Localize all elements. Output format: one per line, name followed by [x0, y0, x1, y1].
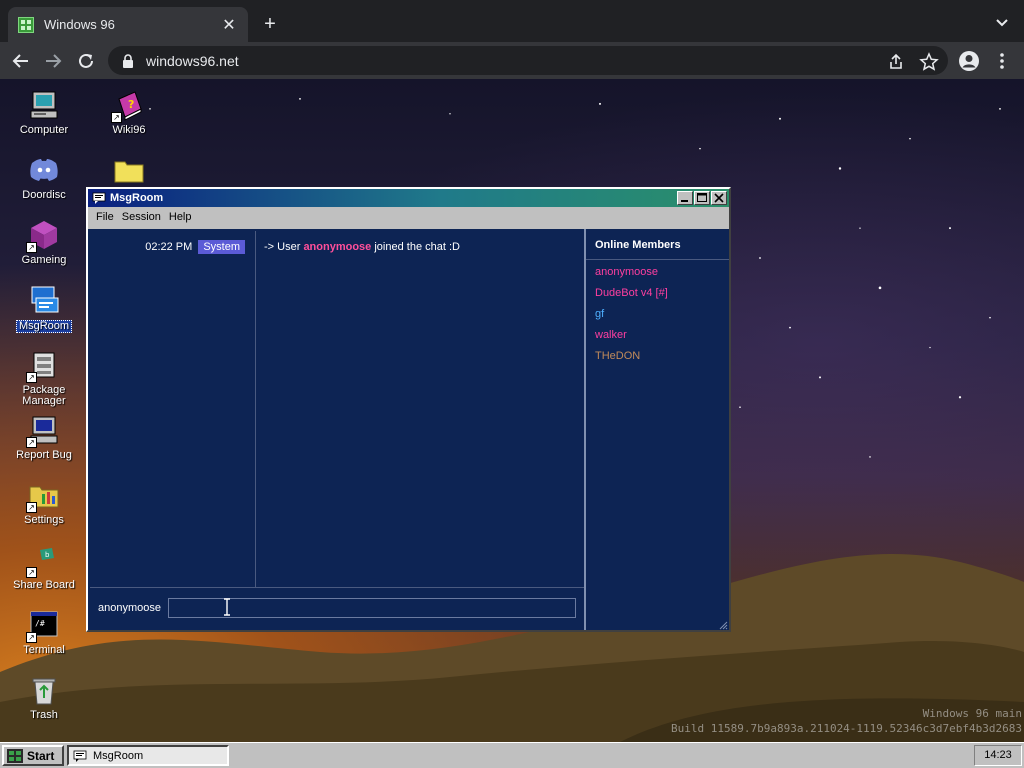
member-item[interactable]: gf	[586, 304, 729, 325]
back-arrow-icon[interactable]	[10, 50, 32, 72]
message-time: 02:22 PM	[145, 241, 193, 253]
resize-grip-icon[interactable]	[718, 619, 728, 630]
desktop-icon-msgroom[interactable]: MsgRoom	[8, 284, 80, 333]
tab-title: Windows 96	[44, 17, 115, 32]
message-meta: 02:22 PM System	[145, 240, 245, 254]
member-item[interactable]: anonymoose	[586, 262, 729, 283]
share-icon[interactable]	[885, 51, 907, 73]
shortcut-arrow-icon: ↗	[111, 112, 122, 123]
msgroom-title-icon	[92, 192, 106, 204]
taskbar-button-label: MsgRoom	[93, 749, 144, 762]
text-cursor-icon	[222, 598, 232, 616]
nickname-label: anonymoose	[98, 602, 161, 614]
timestamp-column: 02:22 PM System	[90, 231, 256, 587]
chat-area: 02:22 PM System -> User anonymoose joine…	[88, 229, 729, 630]
window-title: MsgRoom	[110, 192, 164, 204]
minimize-button[interactable]	[677, 191, 693, 205]
folder-icon	[113, 154, 145, 186]
online-members-panel: Online Members anonymoose DudeBot v4 [#]…	[584, 229, 729, 630]
message-column: -> User anonymoose joined the chat :D	[256, 231, 584, 587]
package-manager-icon: ↗	[26, 349, 60, 383]
menu-file[interactable]: File	[92, 211, 118, 223]
forward-arrow-icon[interactable]	[42, 50, 64, 72]
chat-message: -> User anonymoose joined the chat :D	[264, 241, 460, 253]
window-titlebar[interactable]: MsgRoom	[88, 189, 729, 207]
msgroom-window: MsgRoom File Session Help 02:22 PM Syste…	[86, 187, 731, 632]
desktop-icon-trash[interactable]: Trash	[8, 674, 80, 721]
game-cube-icon: ↗	[26, 219, 60, 253]
svg-text:?: ?	[128, 98, 134, 111]
members-title: Online Members	[586, 229, 729, 260]
menu-help[interactable]: Help	[165, 211, 196, 223]
shortcut-arrow-icon: ↗	[26, 372, 37, 383]
close-button[interactable]	[711, 191, 727, 205]
address-bar[interactable]: windows96.net	[108, 46, 948, 75]
taskbar: Start MsgRoom 14:23	[0, 742, 1024, 768]
wiki-book-icon: ? ↗	[111, 89, 145, 123]
lock-icon	[120, 53, 136, 69]
bookmark-star-icon[interactable]	[918, 51, 940, 73]
start-logo-icon	[7, 748, 23, 763]
share-board-icon: b ↗	[26, 544, 60, 578]
shortcut-arrow-icon: ↗	[26, 632, 37, 643]
new-tab-button[interactable]: +	[258, 12, 282, 36]
svg-text:/#: /#	[35, 619, 45, 628]
message-sender-tag: System	[198, 240, 245, 254]
shortcut-arrow-icon: ↗	[26, 242, 37, 253]
windows96-favicon-icon	[18, 16, 34, 33]
tab-close-icon[interactable]: ✕	[220, 15, 238, 35]
desktop-icon-gameing[interactable]: ↗ Gameing	[8, 219, 80, 266]
taskbar-clock: 14:23	[974, 745, 1022, 766]
reload-icon[interactable]	[75, 50, 97, 72]
shortcut-arrow-icon: ↗	[26, 502, 37, 513]
desktop-icon-settings[interactable]: ↗ Settings	[8, 479, 80, 526]
shortcut-arrow-icon: ↗	[26, 437, 37, 448]
desktop-icon-terminal[interactable]: /# ↗ Terminal	[8, 609, 80, 656]
browser-tab-bar: Windows 96 ✕ +	[0, 0, 1024, 42]
member-item[interactable]: DudeBot v4 [#]	[586, 283, 729, 304]
build-watermark: Windows 96 main Build 11589.7b9a893a.211…	[671, 707, 1022, 735]
maximize-button[interactable]	[694, 191, 710, 205]
member-item[interactable]: walker	[586, 325, 729, 346]
menu-session[interactable]: Session	[118, 211, 165, 223]
taskbar-button-msgroom[interactable]: MsgRoom	[67, 745, 229, 766]
member-item[interactable]: THeDON	[586, 346, 729, 367]
start-button[interactable]: Start	[2, 745, 64, 766]
desktop-icon-wiki96[interactable]: ? ↗ Wiki96	[93, 89, 165, 136]
desktop-icon-report-bug[interactable]: ↗ Report Bug	[8, 414, 80, 461]
desktop-icon-folder[interactable]	[93, 154, 165, 190]
window-menubar: File Session Help	[88, 207, 729, 227]
computer-icon	[28, 89, 60, 121]
shortcut-arrow-icon: ↗	[26, 567, 37, 578]
tab-search-chevron-icon[interactable]	[992, 12, 1012, 32]
msgroom-chat-icon	[28, 284, 60, 316]
desktop-icon-package-manager[interactable]: ↗ Package Manager	[8, 349, 80, 407]
browser-tab[interactable]: Windows 96 ✕	[8, 7, 248, 42]
browser-toolbar: windows96.net	[0, 42, 1024, 79]
msgroom-task-icon	[73, 750, 87, 762]
svg-text:b: b	[45, 551, 50, 559]
discord-icon	[28, 154, 60, 186]
start-label: Start	[27, 748, 55, 763]
message-username: anonymoose	[303, 241, 372, 253]
terminal-icon: /# ↗	[26, 609, 60, 643]
message-input-bar: anonymoose	[90, 587, 584, 630]
settings-icon: ↗	[26, 479, 60, 513]
desktop[interactable]: Computer ? ↗ Wiki96 Doordisc ↗ Gameing M…	[0, 79, 1024, 742]
profile-avatar-icon[interactable]	[958, 50, 980, 72]
url-text: windows96.net	[146, 52, 239, 69]
report-bug-computer-icon: ↗	[26, 414, 60, 448]
desktop-icon-share-board[interactable]: b ↗ Share Board	[8, 544, 80, 591]
desktop-icon-doordisc[interactable]: Doordisc	[8, 154, 80, 201]
recycle-bin-icon	[28, 674, 60, 706]
browser-menu-icon[interactable]	[991, 50, 1013, 72]
desktop-icon-computer[interactable]: Computer	[8, 89, 80, 136]
